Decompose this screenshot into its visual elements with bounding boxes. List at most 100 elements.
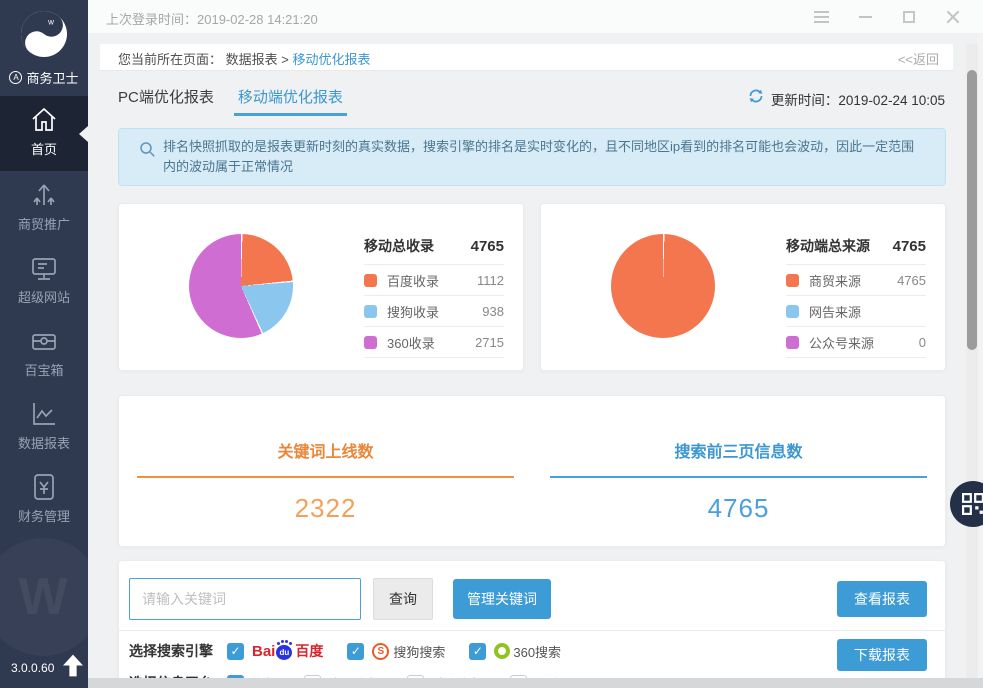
window-bottom-edge — [88, 678, 983, 688]
sidebar-item-data-report[interactable]: 数据报表 — [0, 390, 88, 463]
engine-baidu: Bai du 百度 — [227, 641, 323, 661]
notice-banner: 排名快照抓取的是报表更新时刻的真实数据，搜索引擎的排名是实时变化的，且不同地区i… — [118, 128, 946, 186]
breadcrumb-parent[interactable]: 数据报表 — [226, 52, 278, 67]
back-link[interactable]: <<返回 — [898, 49, 939, 68]
breadcrumb-prefix: 您当前所在页面： — [118, 52, 222, 67]
version-row: 3.0.0.60 — [0, 654, 88, 682]
stat-value: 4765 — [532, 493, 945, 524]
legend-row: 公众号来源 0 — [786, 326, 926, 357]
title-bar: 上次登录时间：2019-02-28 14:21:20 — [88, 0, 983, 33]
app-logo: w A 商务卫士 — [0, 0, 88, 96]
sidebar-item-toolbox[interactable]: 百宝箱 — [0, 317, 88, 390]
search-engine-row: 选择搜索引擎 Bai du 百度 S 搜狗搜索 360搜索 — [129, 641, 585, 661]
keyword-query-card: 查询 管理关键词 查看报表 选择搜索引擎 Bai du 百度 S 搜狗搜索 — [118, 560, 946, 688]
refresh-icon[interactable] — [748, 88, 764, 109]
wechat-source-swatch — [786, 336, 799, 349]
so360-checkbox[interactable] — [469, 643, 486, 660]
maximize-button[interactable] — [887, 0, 931, 33]
notice-text: 排名快照抓取的是报表更新时刻的真实数据，搜索引擎的排名是实时变化的，且不同地区i… — [163, 137, 925, 177]
stats-card: 关键词上线数 2322 搜索前三页信息数 4765 — [118, 395, 946, 547]
baidu-checkbox[interactable] — [227, 643, 244, 660]
sogou-label: 搜狗搜索 — [393, 642, 445, 661]
download-report-button[interactable]: 下载报表 — [837, 639, 927, 671]
stat-underline — [550, 476, 927, 478]
watermark-logo: W — [0, 538, 88, 656]
so360-logo-icon — [494, 643, 510, 659]
stat-underline — [137, 476, 514, 478]
mobile-index-pie-chart — [189, 234, 293, 338]
logo-icon: w — [19, 9, 69, 59]
home-icon — [28, 104, 60, 136]
search-icon — [139, 141, 156, 163]
view-report-button[interactable]: 查看报表 — [837, 581, 927, 617]
update-arrow-icon[interactable] — [63, 654, 83, 682]
website-icon — [28, 252, 60, 284]
update-time-row: 更新时间：2019-02-24 10:05 — [748, 88, 945, 109]
window-controls — [799, 0, 975, 33]
maximize-icon — [903, 11, 915, 23]
legend-row: 360收录 2715 — [364, 326, 504, 357]
tab-mobile-report[interactable]: 移动端优化报表 — [238, 86, 343, 116]
legend-row: 百度收录 1112 — [364, 264, 504, 295]
report-tabs: PC端优化报表 移动端优化报表 — [118, 86, 343, 116]
sidebar-item-website[interactable]: 超级网站 — [0, 244, 88, 317]
sidebar: W w A 商务卫士 首页 商贸推广 — [0, 0, 88, 688]
active-notch — [79, 126, 88, 142]
app-window: 上次登录时间：2019-02-28 14:21:20 您当前所在页面： 数据报表… — [0, 0, 983, 688]
baidu-logo-cn: 百度 — [295, 641, 323, 661]
web-source-swatch — [786, 305, 799, 318]
divider — [119, 630, 945, 631]
sogou-swatch — [364, 305, 377, 318]
keywords-online-stat: 关键词上线数 2322 — [119, 396, 532, 546]
minimize-button[interactable] — [843, 0, 887, 33]
scrollbar-track[interactable] — [966, 44, 978, 678]
legend-row: 搜狗收录 938 — [364, 295, 504, 326]
close-button[interactable] — [931, 0, 975, 33]
keyword-input[interactable] — [129, 578, 361, 620]
top3-pages-stat: 搜索前三页信息数 4765 — [532, 396, 945, 546]
sidebar-item-home[interactable]: 首页 — [0, 96, 88, 171]
minimize-icon — [859, 16, 872, 18]
legend-title: 移动总收录 — [364, 236, 434, 256]
legend-total: 4765 — [893, 238, 926, 255]
update-time: 更新时间：2019-02-24 10:05 — [771, 89, 945, 109]
query-button[interactable]: 查询 — [373, 578, 433, 620]
so360-label: 360搜索 — [513, 642, 561, 661]
tab-pc-report[interactable]: PC端优化报表 — [118, 86, 214, 116]
so360-swatch — [364, 336, 377, 349]
mobile-index-legend: 移动总收录 4765 百度收录 1112 搜狗收录 938 360收录 2715 — [364, 228, 504, 358]
stat-label: 关键词上线数 — [119, 438, 532, 462]
mobile-source-pie-chart — [611, 234, 715, 338]
scrollbar-thumb[interactable] — [967, 70, 977, 350]
sogou-checkbox[interactable] — [347, 643, 364, 660]
sidebar-item-finance[interactable]: 财务管理 — [0, 463, 88, 536]
engine-360: 360搜索 — [469, 642, 561, 661]
breadcrumb-separator: > — [281, 52, 289, 67]
menu-button[interactable] — [799, 0, 843, 33]
breadcrumb-current: 移动优化报表 — [293, 52, 371, 67]
finance-icon — [28, 471, 60, 503]
legend-row: 网告来源 — [786, 295, 926, 326]
breadcrumb-bar: 您当前所在页面： 数据报表 > 移动优化报表 <<返回 — [100, 44, 953, 71]
baidu-swatch — [364, 274, 377, 287]
mobile-source-card: 移动端总来源 4765 商贸来源 4765 网告来源 公众号来源 0 — [540, 203, 946, 371]
baidu-paw-icon: du — [276, 642, 294, 660]
window-right-edge — [978, 33, 983, 688]
mobile-index-card: 移动总收录 4765 百度收录 1112 搜狗收录 938 360收录 2715 — [118, 203, 524, 371]
version-number: 3.0.0.60 — [11, 661, 54, 675]
trade-source-swatch — [786, 274, 799, 287]
hamburger-menu-icon — [814, 16, 829, 18]
sidebar-item-promotion[interactable]: 商贸推广 — [0, 171, 88, 244]
legend-title: 移动端总来源 — [786, 236, 870, 256]
stat-value: 2322 — [119, 493, 532, 524]
mobile-source-legend: 移动端总来源 4765 商贸来源 4765 网告来源 公众号来源 0 — [786, 228, 926, 358]
manage-keywords-button[interactable]: 管理关键词 — [453, 579, 551, 619]
sogou-logo-icon: S — [372, 643, 389, 660]
engine-row-label: 选择搜索引擎 — [129, 641, 213, 661]
toolbox-icon — [28, 325, 60, 357]
legend-row: 商贸来源 4765 — [786, 264, 926, 295]
report-icon — [28, 398, 60, 430]
close-icon — [946, 10, 960, 24]
legend-total: 4765 — [471, 238, 504, 255]
app-name: A 商务卫士 — [0, 68, 88, 87]
